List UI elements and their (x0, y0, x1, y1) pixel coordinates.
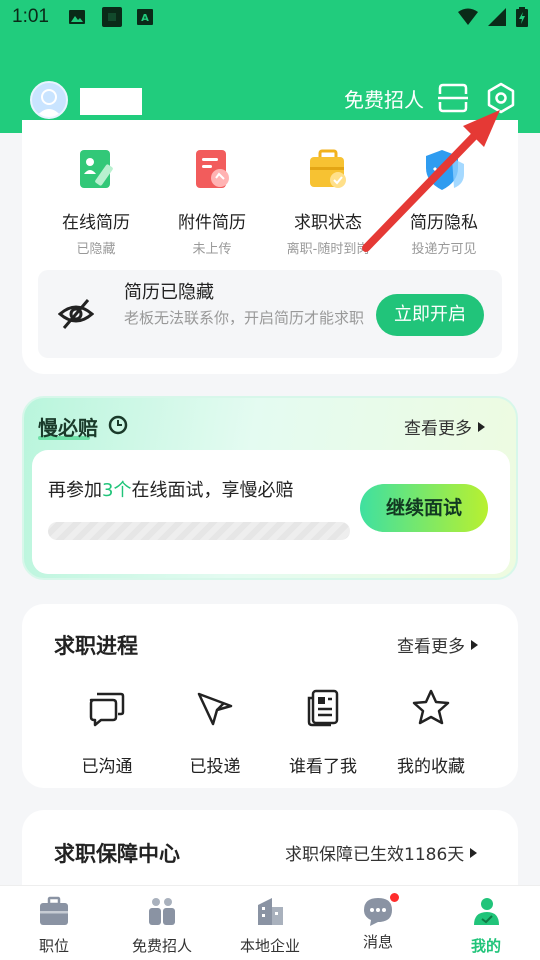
system-icons (458, 7, 528, 27)
notice-title: 简历已隐藏 (124, 282, 214, 303)
job-safety-status-link[interactable]: 求职保障已生效1186天 (285, 840, 478, 865)
triangle-right-icon (478, 422, 485, 432)
who-viewed-me-item[interactable]: 谁看了我 (268, 688, 378, 777)
people-tab-icon (149, 898, 175, 925)
tab-messages[interactable]: 消息 (324, 886, 432, 960)
send-icon (197, 692, 233, 726)
attachment-resume-status: 未上传 (192, 242, 232, 257)
svg-text:A: A (141, 13, 149, 24)
triangle-right-icon (470, 848, 478, 858)
app-notification-icon (102, 7, 122, 27)
safety-status: 求职保障已生效1186天 (285, 845, 465, 865)
tab-jobs-label: 职位 (38, 937, 69, 955)
attachment-resume-icon (196, 150, 229, 188)
user-silhouette-icon (36, 89, 62, 117)
delivered-item[interactable]: 已投递 (160, 688, 270, 777)
tab-local-companies[interactable]: 本地企业 (216, 886, 324, 960)
tab-mine-label: 我的 (470, 937, 501, 955)
star-icon (412, 689, 450, 725)
wifi-icon (458, 8, 478, 25)
resume-hidden-notice: 简历已隐藏 老板无法联系你，开启简历才能求职 立即开启 (38, 270, 502, 358)
online-resume-status: 已隐藏 (76, 242, 116, 257)
username-redacted[interactable] (80, 88, 142, 115)
tab-local-companies-label: 本地企业 (239, 937, 300, 955)
communicated-item[interactable]: 已沟通 (52, 688, 162, 777)
image-notification-icon (69, 10, 85, 24)
job-progress-card: 求职进程 查看更多 已沟通 已投递 谁看了我 我的收藏 (22, 604, 518, 788)
chat-bubbles-icon (89, 692, 125, 727)
slow-compensation-more-link[interactable]: 查看更多 (404, 414, 485, 439)
more-label: 查看更多 (397, 637, 465, 657)
online-resume-icon (80, 150, 113, 188)
signal-icon (488, 8, 506, 26)
battery-icon (516, 7, 528, 27)
attachment-resume-label: 附件简历 (178, 213, 246, 233)
slow-compensation-title: 慢必赔 (38, 416, 98, 440)
interview-progress-bar (48, 522, 350, 540)
continue-interview-button[interactable]: 继续面试 (360, 484, 488, 532)
favorites-label: 我的收藏 (397, 757, 465, 777)
online-resume-label: 在线简历 (62, 213, 130, 233)
document-icon (307, 689, 339, 727)
tab-mine[interactable]: 我的 (432, 886, 540, 960)
building-tab-icon (258, 898, 283, 925)
communicated-label: 已沟通 (81, 757, 133, 777)
briefcase-icon (310, 149, 346, 188)
notice-description: 老板无法联系你，开启简历才能求职 (124, 309, 365, 327)
online-resume-item[interactable]: 在线简历 已隐藏 (38, 148, 154, 257)
briefcase-tab-icon (40, 896, 68, 925)
favorites-item[interactable]: 我的收藏 (376, 688, 486, 777)
interview-progress-panel: 再参加3个在线面试，享慢必赔 继续面试 (32, 450, 510, 574)
unread-badge (389, 892, 400, 903)
job-progress-more-link[interactable]: 查看更多 (397, 632, 478, 657)
delivered-label: 已投递 (189, 757, 241, 777)
status-time: 1:01 (12, 6, 49, 27)
remaining-count: 3个 (102, 480, 132, 501)
attachment-resume-item[interactable]: 附件简历 未上传 (154, 148, 270, 257)
message-tab-icon-wrap (362, 892, 400, 927)
avatar[interactable] (30, 81, 68, 119)
who-viewed-me-label: 谁看了我 (289, 757, 357, 777)
enable-resume-button[interactable]: 立即开启 (376, 294, 484, 336)
bottom-tab-bar: 职位 免费招人 本地企业 消息 我的 (0, 885, 540, 960)
tab-jobs[interactable]: 职位 (0, 886, 108, 960)
a-notification-icon: A (137, 9, 153, 25)
triangle-right-icon (471, 640, 478, 650)
eye-off-icon (58, 299, 94, 329)
tab-free-recruit[interactable]: 免费招人 (108, 886, 216, 960)
interview-prompt: 再参加3个在线面试，享慢必赔 (48, 480, 294, 501)
tab-free-recruit-label: 免费招人 (131, 937, 192, 955)
job-progress-title: 求职进程 (54, 634, 138, 658)
profile-tab-icon (474, 898, 499, 925)
job-safety-title: 求职保障中心 (54, 842, 180, 866)
annotation-arrow (362, 110, 500, 252)
more-label: 查看更多 (404, 419, 472, 439)
tab-messages-label: 消息 (362, 933, 393, 951)
clock-icon (108, 415, 128, 435)
slow-compensation-card: 慢必赔 查看更多 再参加3个在线面试，享慢必赔 继续面试 (22, 396, 518, 580)
status-bar: 1:01 A (0, 0, 540, 36)
